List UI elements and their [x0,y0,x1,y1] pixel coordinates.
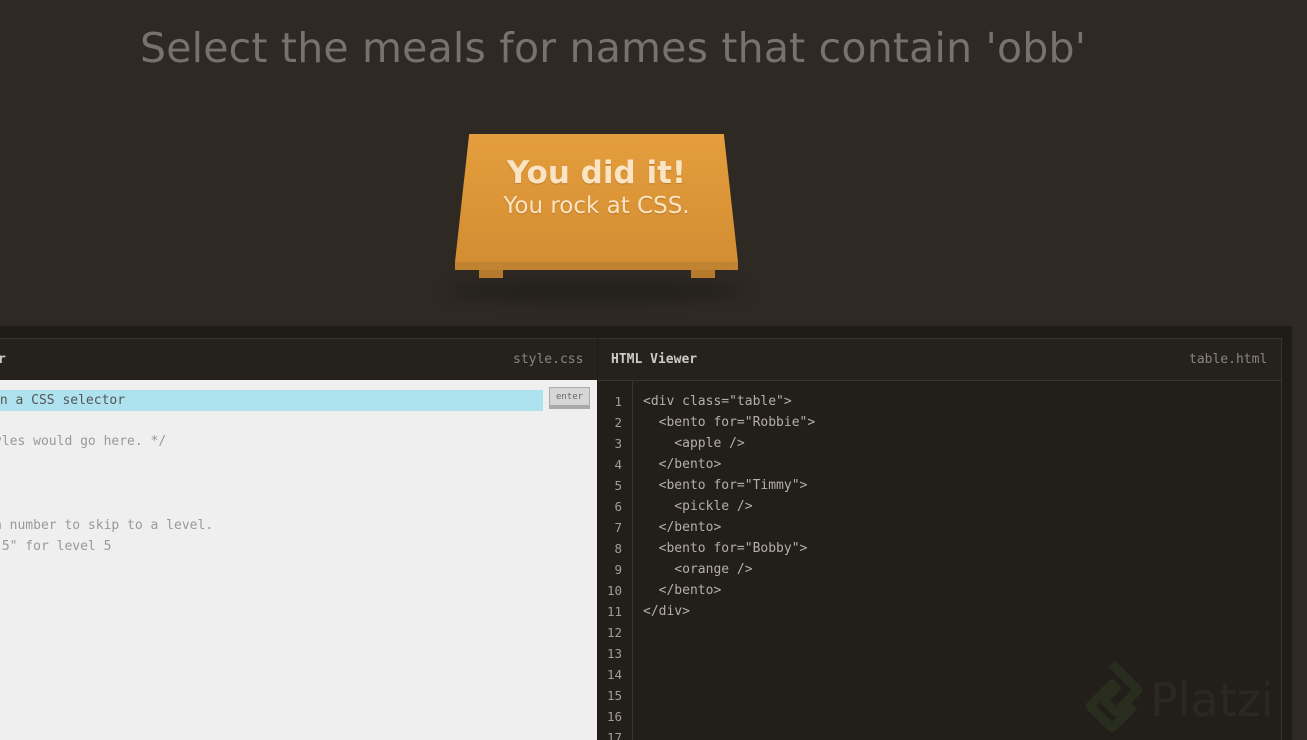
code-line: </bento> [643,520,722,535]
line-number: 12 [606,625,622,640]
code-line: <apple /> [643,436,745,451]
code-line: <pickle /> [643,499,753,514]
css-editor: r style.css enter yles would go here. */… [0,338,597,740]
line-number: 14 [606,667,622,682]
code-line: <bento for="Bobby"> [643,541,808,556]
css-selector-input[interactable] [0,390,543,411]
html-filename: table.html [1189,352,1268,367]
enter-button[interactable]: enter [549,387,590,409]
line-number: 4 [614,457,622,472]
code-line: <orange /> [643,562,753,577]
line-number: 9 [614,562,622,577]
css-comment-line: "5" for level 5 [0,539,112,554]
success-table: You did it! You rock at CSS. [445,134,745,298]
line-number: 2 [614,415,622,430]
table-shadow [445,284,745,298]
code-line: </bento> [643,583,722,598]
css-comment-line: a number to skip to a level. [0,518,214,533]
code-line: <bento for="Robbie"> [643,415,816,430]
html-viewer-title: HTML Viewer [611,352,698,367]
line-number: 8 [614,541,622,556]
watermark-text: Platzi [1150,673,1274,727]
css-editor-header: r style.css [0,338,597,381]
success-subtitle: You rock at CSS. [503,193,690,219]
line-number: 13 [606,646,622,661]
css-editor-title: r [0,352,6,367]
platzi-watermark: Platzi [1076,660,1307,740]
line-number: 7 [614,520,622,535]
success-message: You did it! You rock at CSS. [455,134,738,221]
line-number: 5 [614,478,622,493]
css-editor-body[interactable]: enter yles would go here. */ a number to… [0,380,597,740]
line-number: 15 [606,688,622,703]
css-filename: style.css [513,352,584,367]
code-line: <bento for="Timmy"> [643,478,808,493]
css-comment-line: yles would go here. */ [0,434,167,449]
table-edge [455,261,738,270]
line-number: 16 [606,709,622,724]
code-line: </div> [643,604,690,619]
html-viewer-header: HTML Viewer table.html [598,339,1281,381]
line-number-gutter: 1 2 3 4 5 6 7 8 9 10 11 12 13 14 15 16 1… [598,381,633,740]
level-instruction: Select the meals for names that contain … [140,24,1087,72]
line-number: 3 [614,436,622,451]
code-line: </bento> [643,457,722,472]
line-number: 6 [614,499,622,514]
line-number: 17 [606,730,622,740]
line-number: 10 [606,583,622,598]
line-number: 1 [614,394,622,409]
line-number: 11 [606,604,622,619]
code-line: <div class="table"> [643,394,792,409]
success-title: You did it! [506,155,687,191]
platzi-logo-icon: Platzi [1085,660,1274,733]
